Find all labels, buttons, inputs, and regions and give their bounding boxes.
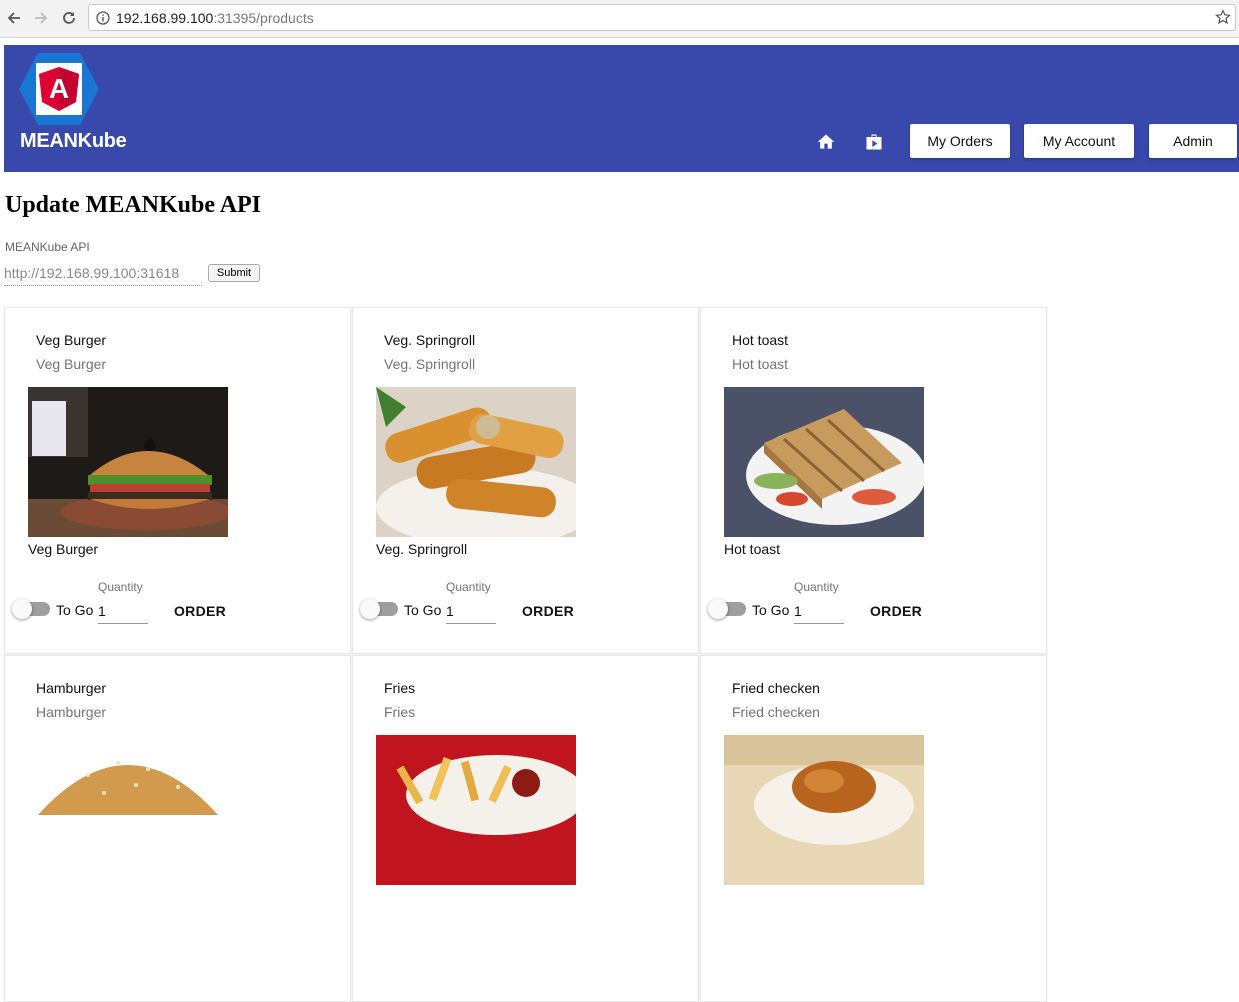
product-card: Veg Burger Veg Burger Veg Burger Quantit… [4,307,351,654]
product-title: Fries [384,680,416,696]
to-go-label: To Go [56,602,94,618]
submit-button[interactable]: Submit [208,264,260,282]
quantity-label: Quantity [794,580,839,594]
product-subtitle: Hot toast [732,356,789,372]
admin-button[interactable]: Admin [1149,124,1237,158]
order-button[interactable]: ORDER [861,596,931,626]
reload-icon[interactable] [59,8,79,28]
toggle-knob [12,599,32,619]
product-card: Veg. Springroll Veg. Springroll Veg. Spr… [352,307,699,654]
quantity-label: Quantity [98,580,143,594]
url-text[interactable]: 192.168.99.100:31395/products [116,10,314,26]
app-header: A MEANKube My Orders My Account Admin [4,45,1239,172]
order-button[interactable]: ORDER [513,596,583,626]
brand-name[interactable]: MEANKube [20,130,127,153]
product-title: Veg. Springroll [384,332,476,348]
api-url-input[interactable] [4,261,202,286]
product-image [724,735,924,885]
product-image [376,387,576,537]
to-go-label: To Go [752,602,790,618]
product-image [28,735,228,885]
toggle-knob [360,599,380,619]
to-go-label: To Go [404,602,442,618]
product-caption: Veg Burger [28,541,99,557]
my-orders-button[interactable]: My Orders [910,124,1010,158]
product-image [724,387,924,537]
product-title: Veg Burger [36,332,107,348]
product-card: Hamburger Hamburger [4,655,351,1002]
quantity-input[interactable] [794,599,844,624]
url-host: 192.168.99.100 [116,10,214,26]
toggle-knob [708,599,728,619]
product-title: Fried checken [732,680,820,696]
quantity-label: Quantity [446,580,491,594]
product-card: Hot toast Hot toast Hot toast Quantity T… [700,307,1047,654]
my-account-button[interactable]: My Account [1024,124,1134,158]
product-subtitle: Veg. Springroll [384,356,476,372]
back-arrow-icon[interactable] [4,8,24,28]
page-title: Update MEANKube API [5,192,262,218]
browser-toolbar: 192.168.99.100:31395/products [0,0,1239,38]
product-card: Fried checken Fried checken [700,655,1047,1002]
forward-arrow-icon[interactable] [31,8,51,28]
product-subtitle: Fries [384,704,416,720]
product-caption: Veg. Springroll [376,541,468,557]
product-subtitle: Veg Burger [36,356,107,372]
info-icon[interactable] [96,11,110,30]
product-subtitle: Hamburger [36,704,107,720]
store-icon[interactable] [864,132,884,152]
product-image [28,387,228,537]
product-subtitle: Fried checken [732,704,820,720]
product-image [376,735,576,885]
quantity-input[interactable] [98,599,148,624]
product-title: Hamburger [36,680,107,696]
to-go-toggle[interactable] [12,599,50,619]
to-go-toggle[interactable] [708,599,746,619]
home-icon[interactable] [816,132,836,152]
url-path: :31395/products [213,10,314,26]
to-go-toggle[interactable] [360,599,398,619]
logo-letter: A [49,73,69,104]
product-caption: Hot toast [724,541,781,557]
product-title: Hot toast [732,332,789,348]
quantity-input[interactable] [446,599,496,624]
star-icon[interactable] [1215,9,1231,30]
address-bar[interactable]: 192.168.99.100:31395/products [88,4,1236,31]
angular-logo[interactable]: A [18,51,100,132]
order-button[interactable]: ORDER [165,596,235,626]
api-field-label: MEANKube API [5,240,90,254]
product-card: Fries Fries [352,655,699,1002]
